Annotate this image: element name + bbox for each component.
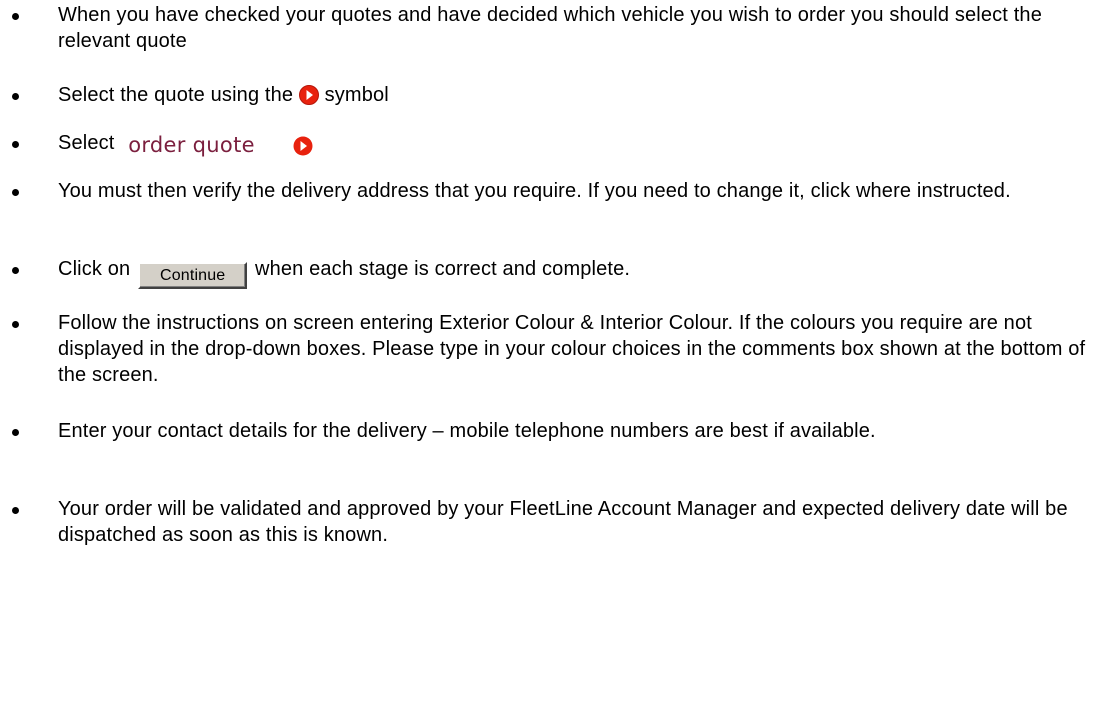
bullet-dot (12, 93, 19, 100)
item-text: Click on Continue when each stage is cor… (58, 256, 1093, 289)
item-text-after: when each stage is correct and complete. (249, 258, 631, 280)
item-text-after: symbol (318, 84, 389, 106)
bullet-dot (12, 13, 19, 20)
red-arrow-icon[interactable] (298, 85, 319, 105)
instruction-document: When you have checked your quotes and ha… (0, 0, 1102, 705)
item-text: Select order quote (58, 130, 1093, 159)
bullet-dot (12, 429, 19, 436)
continue-button[interactable]: Continue (138, 262, 248, 289)
bullet-dot (12, 507, 19, 514)
item-text-before: Select the quote using the (58, 84, 294, 106)
item-text: Select the quote using the symbol (58, 82, 1093, 108)
item-text-before: Select (58, 132, 121, 154)
bullet-dot (12, 321, 19, 328)
item-text: Your order will be validated and approve… (58, 498, 1068, 546)
item-text: Follow the instructions on screen enteri… (58, 312, 1086, 386)
item-text-before: Click on (58, 258, 137, 280)
item-text: You must then verify the delivery addres… (58, 180, 1011, 202)
order-quote-label: order quote (128, 133, 255, 157)
item-text: When you have checked your quotes and ha… (58, 4, 1042, 52)
bullet-dot (12, 189, 19, 196)
item-text: Enter your contact details for the deliv… (58, 420, 876, 442)
bullet-dot (12, 267, 19, 274)
bullet-dot (12, 141, 19, 148)
red-arrow-icon (293, 136, 313, 156)
order-quote-button[interactable]: order quote (128, 132, 313, 159)
